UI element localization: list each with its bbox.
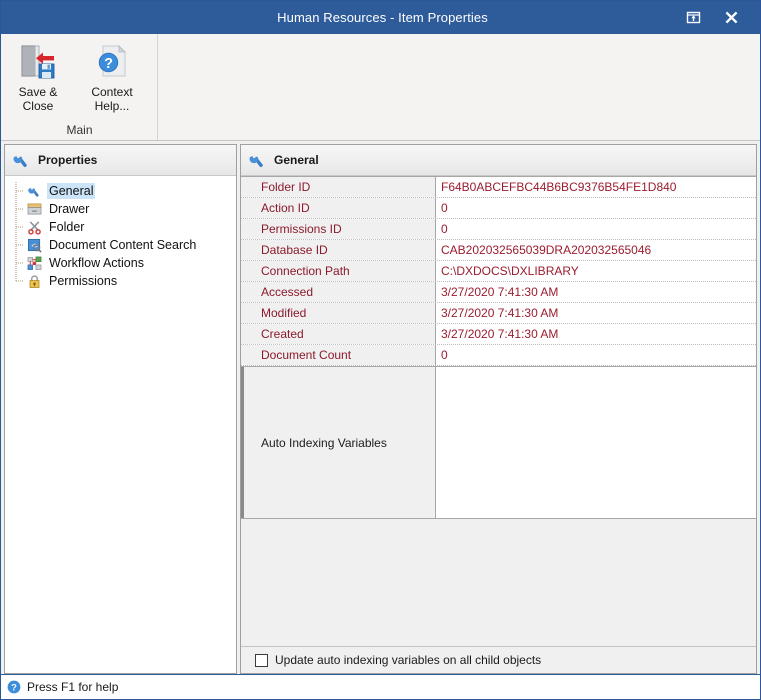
row-value[interactable]: CAB202032565039DRA202032565046 — [436, 240, 756, 260]
general-panel-header: General — [241, 145, 756, 176]
row-label: Accessed — [241, 282, 436, 302]
tree-connector — [15, 182, 24, 200]
table-row[interactable]: Created 3/27/2020 7:41:30 AM — [241, 324, 756, 345]
workflow-icon — [25, 255, 43, 271]
row-value[interactable]: 3/27/2020 7:41:30 AM — [436, 303, 756, 323]
svg-text:>: > — [34, 242, 38, 249]
table-row[interactable]: Permissions ID 0 — [241, 219, 756, 240]
title-bar: Human Resources - Item Properties — [1, 1, 760, 34]
general-content-panel: General Folder ID F64B0ABCEFBC44B6BC9376… — [240, 144, 757, 674]
save-and-close-icon — [16, 42, 60, 82]
main-body: Properties General Drawer Folder < > Doc… — [1, 141, 760, 674]
table-row[interactable]: Accessed 3/27/2020 7:41:30 AM — [241, 282, 756, 303]
auto-indexing-variables-label: Auto Indexing Variables — [241, 367, 436, 518]
properties-table: Folder ID F64B0ABCEFBC44B6BC9376B54FE1D8… — [241, 176, 756, 519]
sidebar-item-label: Drawer — [49, 202, 90, 216]
item-properties-window: Human Resources - Item Properties Save &… — [0, 0, 761, 700]
update-child-objects-label: Update auto indexing variables on all ch… — [275, 653, 542, 667]
update-child-objects-checkbox[interactable] — [255, 653, 268, 667]
help-circle-icon: ? — [7, 680, 21, 694]
ribbon: Save & Close ? Context Help... Main — [1, 34, 760, 141]
row-value[interactable]: 0 — [436, 219, 756, 239]
context-help-button[interactable]: ? Context Help... — [75, 40, 149, 113]
table-row[interactable]: Database ID CAB202032565039DRA2020325650… — [241, 240, 756, 261]
svg-text:?: ? — [104, 56, 113, 72]
general-panel-title: General — [274, 153, 319, 167]
context-help-label: Context Help... — [91, 85, 133, 113]
row-value[interactable]: 3/27/2020 7:41:30 AM — [436, 324, 756, 344]
row-value[interactable]: 0 — [436, 345, 756, 365]
row-value[interactable]: 3/27/2020 7:41:30 AM — [436, 282, 756, 302]
table-row[interactable]: Document Count 0 — [241, 345, 756, 366]
ribbon-button-row: Save & Close ? Context Help... — [1, 34, 157, 113]
save-and-close-label: Save & Close — [18, 85, 58, 113]
wrench-icon — [25, 183, 43, 199]
row-label: Created — [241, 324, 436, 344]
sidebar-item-folder[interactable]: Folder — [5, 218, 236, 236]
window-title: Human Resources - Item Properties — [277, 10, 488, 25]
ribbon-group-label: Main — [66, 123, 93, 137]
sidebar-item-workflow-actions[interactable]: Workflow Actions — [5, 254, 236, 272]
svg-text:?: ? — [11, 683, 17, 694]
padlock-icon — [25, 273, 43, 289]
row-value[interactable]: F64B0ABCEFBC44B6BC9376B54FE1D840 — [436, 177, 756, 197]
row-label: Document Count — [241, 345, 436, 365]
sidebar-item-label: Folder — [49, 220, 85, 234]
table-row[interactable]: Connection Path C:\DXDOCS\DXLIBRARY — [241, 261, 756, 282]
status-text: Press F1 for help — [27, 680, 119, 694]
sidebar-item-label: Workflow Actions — [49, 256, 144, 270]
update-child-objects-row: Update auto indexing variables on all ch… — [241, 646, 756, 673]
restore-window-icon — [686, 11, 700, 24]
row-label: Connection Path — [241, 261, 436, 281]
sidebar-item-permissions[interactable]: Permissions — [5, 272, 236, 290]
tree-connector — [15, 236, 24, 254]
sidebar-item-document-content-search[interactable]: < > Document Content Search — [5, 236, 236, 254]
document-search-icon: < > — [25, 237, 43, 253]
sidebar-item-general[interactable]: General — [5, 182, 236, 200]
ribbon-group-main: Save & Close ? Context Help... Main — [1, 34, 158, 140]
wrench-icon — [249, 154, 263, 167]
properties-panel-title: Properties — [38, 153, 98, 167]
close-button[interactable] — [712, 1, 750, 34]
row-label: Modified — [241, 303, 436, 323]
sidebar-item-label: Permissions — [49, 274, 118, 288]
row-label: Permissions ID — [241, 219, 436, 239]
row-label: Database ID — [241, 240, 436, 260]
wrench-icon — [13, 154, 27, 167]
save-and-close-button[interactable]: Save & Close — [1, 40, 75, 113]
properties-panel-header: Properties — [5, 145, 236, 176]
sidebar-item-label: General — [47, 183, 96, 199]
row-value[interactable]: C:\DXDOCS\DXLIBRARY — [436, 261, 756, 281]
window-controls — [674, 1, 760, 34]
properties-tree: General Drawer Folder < > Document Conte… — [5, 176, 236, 673]
close-icon — [725, 11, 737, 24]
table-row[interactable]: Modified 3/27/2020 7:41:30 AM — [241, 303, 756, 324]
status-bar: ? Press F1 for help — [1, 674, 760, 699]
table-row[interactable]: Action ID 0 — [241, 198, 756, 219]
sidebar-item-label: Document Content Search — [49, 238, 197, 252]
auto-indexing-variables-row[interactable]: Auto Indexing Variables — [241, 366, 756, 518]
tree-connector — [15, 272, 24, 282]
row-label: Folder ID — [241, 177, 436, 197]
restore-window-button[interactable] — [674, 1, 712, 34]
context-help-icon: ? — [90, 42, 134, 82]
properties-tree-panel: Properties General Drawer Folder < > Doc… — [4, 144, 237, 674]
auto-indexing-variables-value[interactable] — [436, 367, 756, 518]
scissors-icon — [25, 219, 43, 235]
tree-connector — [15, 254, 24, 272]
drawer-icon — [25, 201, 43, 217]
sidebar-item-drawer[interactable]: Drawer — [5, 200, 236, 218]
tree-connector — [15, 200, 24, 218]
row-label: Action ID — [241, 198, 436, 218]
row-value[interactable]: 0 — [436, 198, 756, 218]
content-filler — [241, 519, 756, 646]
tree-connector — [15, 218, 24, 236]
table-row[interactable]: Folder ID F64B0ABCEFBC44B6BC9376B54FE1D8… — [241, 177, 756, 198]
